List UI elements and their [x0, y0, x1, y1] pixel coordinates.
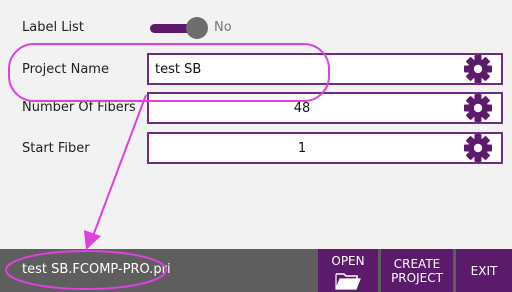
project-filename: test SB.FCOMP-PRO.pri: [22, 262, 171, 277]
create-project-label: CREATE PROJECT: [391, 256, 443, 285]
annotation-arrow: [92, 94, 147, 237]
annotation-arrowhead: [84, 230, 101, 250]
create-project-button[interactable]: CREATE PROJECT: [381, 249, 453, 292]
project-name-label: Project Name: [22, 62, 109, 77]
open-button[interactable]: OPEN: [318, 249, 378, 292]
exit-button-label: EXIT: [470, 263, 498, 278]
start-fiber-label: Start Fiber: [22, 141, 90, 156]
gear-icon: [464, 55, 492, 83]
gear-icon: [464, 134, 492, 162]
project-name-value[interactable]: test SB: [149, 55, 455, 83]
number-of-fibers-value[interactable]: 48: [149, 94, 455, 122]
start-fiber-value[interactable]: 1: [149, 134, 455, 162]
gear-icon: [464, 94, 492, 122]
number-of-fibers-field[interactable]: 48: [147, 92, 503, 124]
project-name-field[interactable]: test SB: [147, 53, 503, 85]
label-list-toggle[interactable]: [150, 17, 212, 39]
label-list-label: Label List: [22, 20, 84, 35]
start-fiber-field[interactable]: 1: [147, 132, 503, 164]
start-fiber-settings-button[interactable]: [455, 134, 501, 162]
number-of-fibers-settings-button[interactable]: [455, 94, 501, 122]
number-of-fibers-label: Number Of Fibers: [22, 100, 136, 115]
project-name-settings-button[interactable]: [455, 55, 501, 83]
open-button-label: OPEN: [331, 254, 365, 268]
exit-button[interactable]: EXIT: [456, 249, 512, 292]
toggle-knob: [186, 17, 208, 39]
label-list-state: No: [214, 20, 232, 35]
folder-icon: [335, 273, 361, 290]
